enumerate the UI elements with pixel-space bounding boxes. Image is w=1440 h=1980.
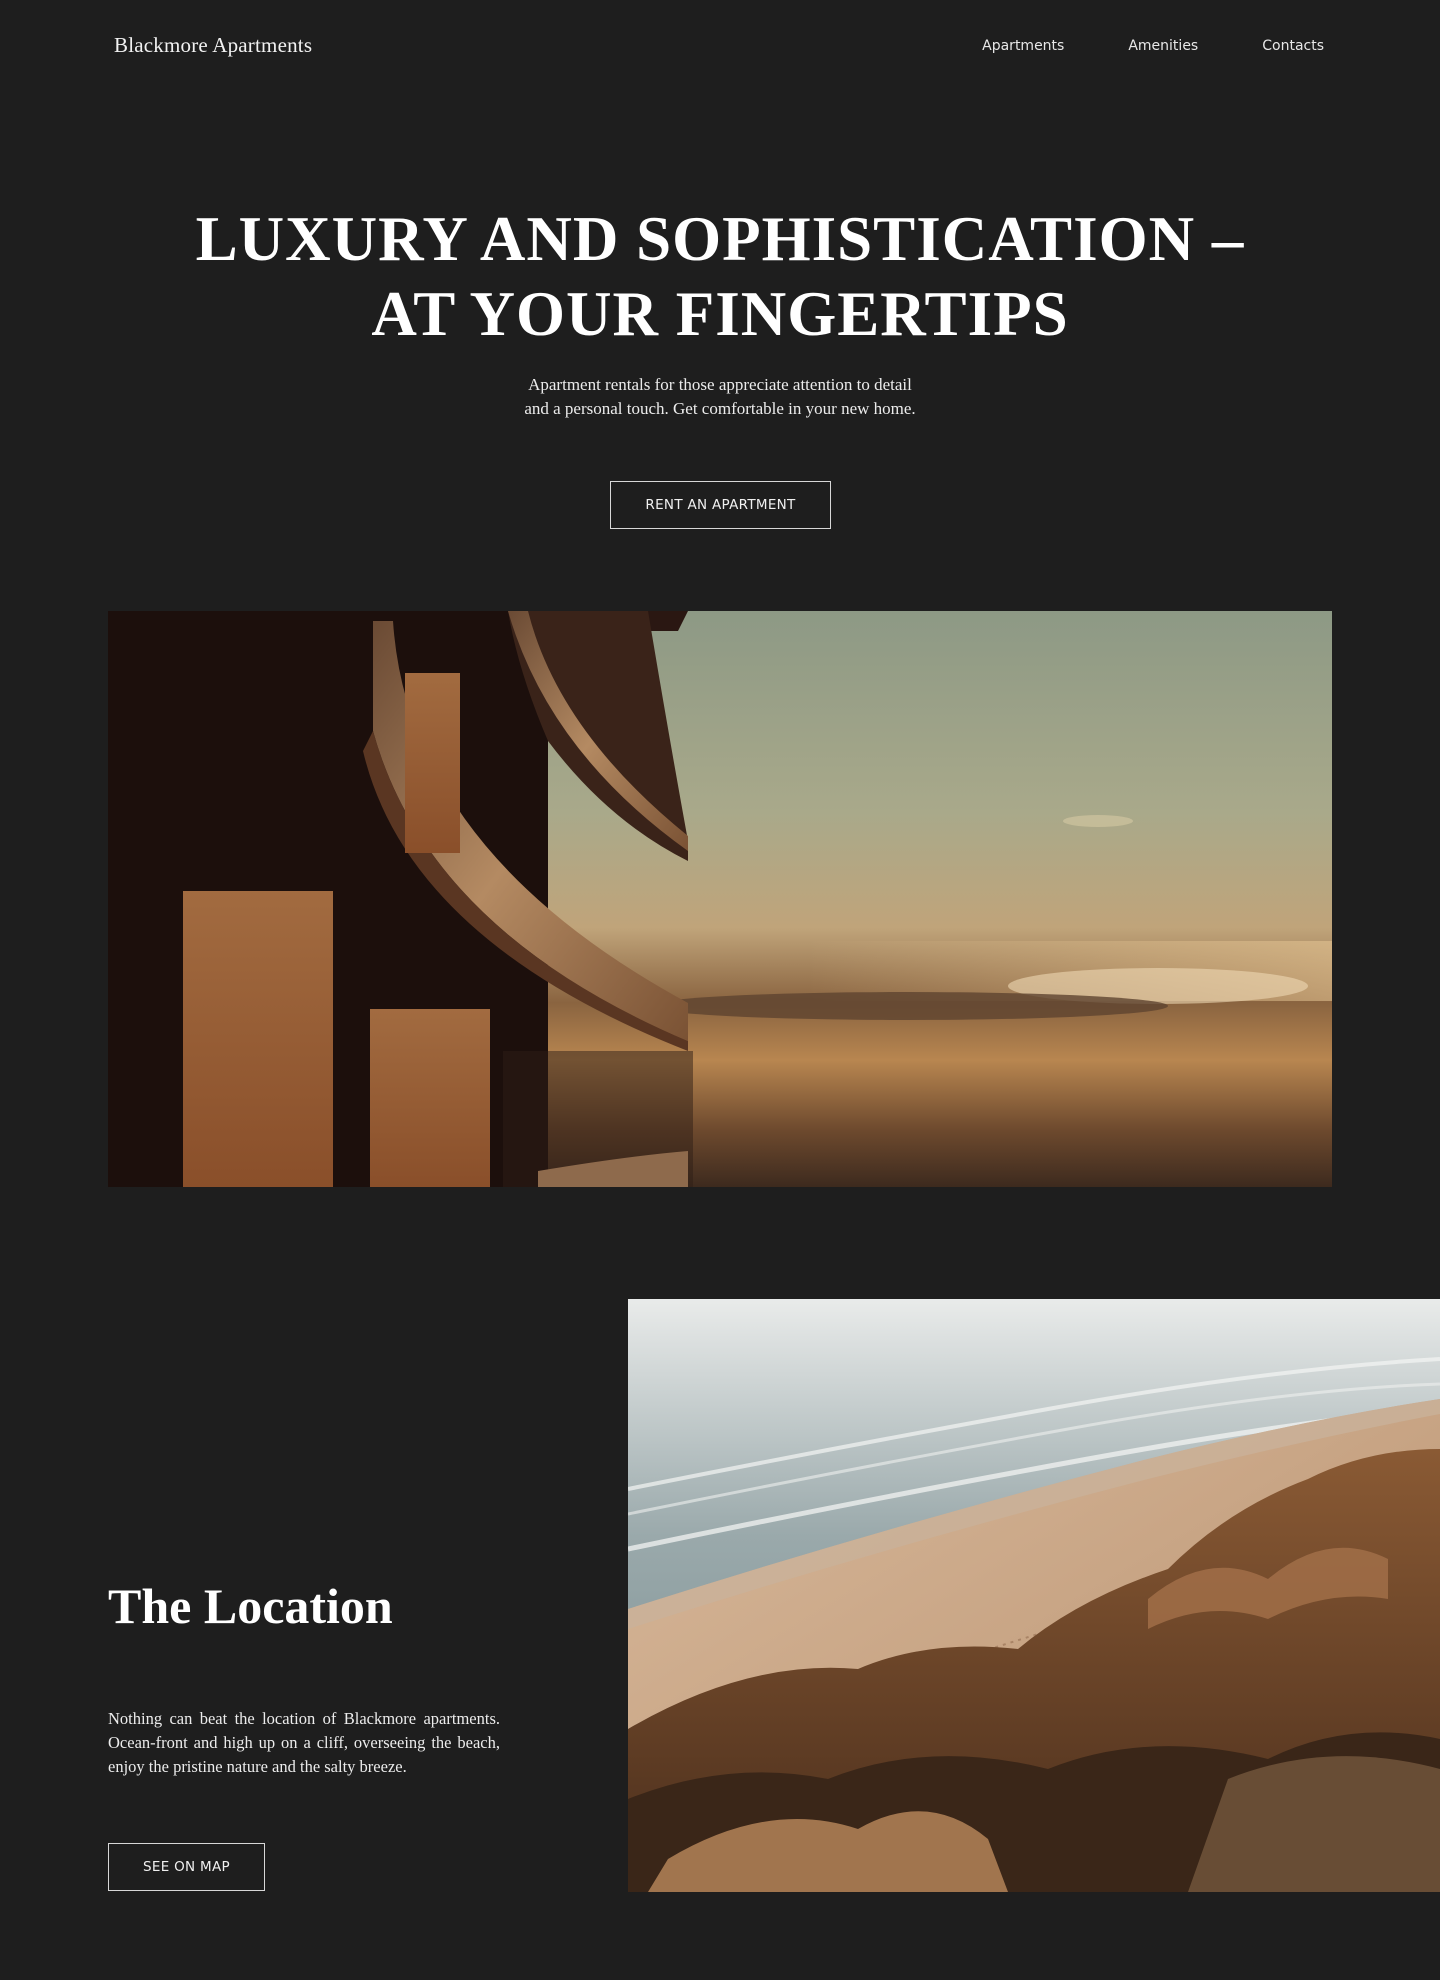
nav-amenities[interactable]: Amenities <box>1128 38 1198 54</box>
brand-logo[interactable]: Blackmore Apartments <box>114 33 312 58</box>
hero-subtitle: Apartment rentals for those appreciate a… <box>524 375 916 418</box>
hero-image <box>108 611 1332 1187</box>
hero-title: LUXURY AND SOPHISTICATION – AT YOUR FING… <box>0 202 1440 352</box>
hero-title-line1: LUXURY AND SOPHISTICATION – <box>195 204 1245 274</box>
location-description: Nothing can beat the location of Blackmo… <box>108 1709 500 1776</box>
main-nav: Apartments Amenities Contacts <box>918 38 1324 54</box>
nav-contacts[interactable]: Contacts <box>1262 38 1324 54</box>
rent-apartment-button[interactable]: RENT AN APARTMENT <box>610 481 831 529</box>
location-title: The Location <box>108 1578 393 1634</box>
hero-title-line2: AT YOUR FINGERTIPS <box>371 279 1069 349</box>
see-on-map-button[interactable]: SEE ON MAP <box>108 1843 265 1891</box>
nav-apartments[interactable]: Apartments <box>982 38 1064 54</box>
location-image <box>628 1299 1440 1892</box>
